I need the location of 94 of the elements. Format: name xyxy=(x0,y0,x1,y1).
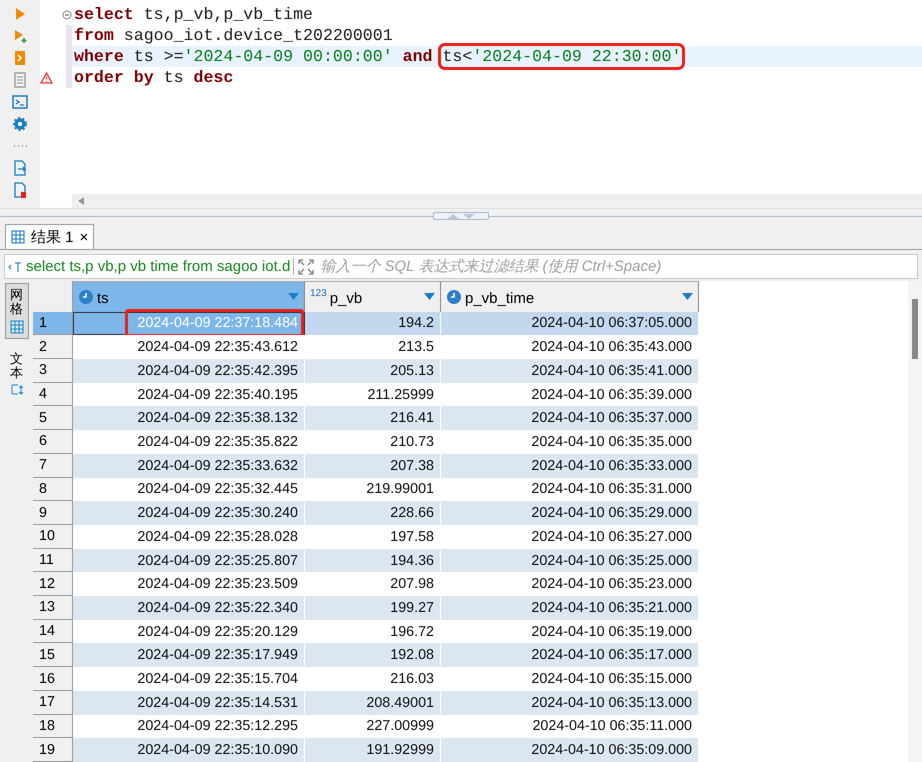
table-cell: 2024-04-10 06:35:09.000 xyxy=(441,738,699,762)
table-cell: 2024-04-10 06:35:13.000 xyxy=(441,690,699,715)
table-cell: 2024-04-09 22:35:40.195 xyxy=(73,382,305,406)
table-cell: 2024-04-09 22:35:25.807 xyxy=(73,548,305,572)
table-cell: 2024-04-09 22:35:17.949 xyxy=(73,643,305,668)
table-cell: 2024-04-09 22:35:30.240 xyxy=(73,501,305,525)
column-header[interactable]: ts xyxy=(73,281,305,312)
row-number: 9 xyxy=(33,501,73,525)
row-number: 18 xyxy=(33,714,73,738)
table-cell: 192.08 xyxy=(305,643,441,668)
row-number: 10 xyxy=(33,524,73,549)
run-plus-icon[interactable] xyxy=(12,28,28,44)
row-number: 19 xyxy=(33,738,73,762)
table-cell: 2024-04-10 06:35:31.000 xyxy=(441,478,699,502)
table-cell: 228.66 xyxy=(305,501,441,525)
script-icon[interactable] xyxy=(12,50,28,66)
table-cell: 205.13 xyxy=(305,359,441,383)
sort-icon[interactable] xyxy=(288,293,299,300)
filter-field[interactable]: select ts,p vb,p vb time from sagoo iot.d 输入一个 SQL 表达式来过滤结果 (使用 Ctrl+Space) xyxy=(4,254,918,279)
row-number: 12 xyxy=(33,572,73,596)
scrollbar-thumb[interactable] xyxy=(912,299,918,359)
table-cell: 208.49001 xyxy=(305,690,441,715)
table-cell: 2024-04-09 22:37:18.484 xyxy=(73,312,305,336)
column-header[interactable]: p_vb_time xyxy=(441,281,699,312)
table-cell: 194.36 xyxy=(305,548,441,572)
table-cell: 2024-04-10 06:37:05.000 xyxy=(441,312,699,336)
table-cell: 2024-04-09 22:35:10.090 xyxy=(73,738,305,762)
sort-icon[interactable] xyxy=(682,293,693,300)
clock-icon xyxy=(446,288,462,305)
table-cell: 227.00999 xyxy=(305,714,441,738)
terminal-icon[interactable] xyxy=(12,94,28,110)
table-cell: 2024-04-10 06:35:41.000 xyxy=(441,359,699,383)
row-number: 13 xyxy=(33,596,73,620)
grid-icon xyxy=(10,320,24,334)
scroll-left-icon[interactable] xyxy=(78,197,84,205)
fold-icon[interactable] xyxy=(62,10,72,20)
row-number: 17 xyxy=(33,690,73,715)
table-cell: 2024-04-10 06:35:37.000 xyxy=(441,406,699,430)
table-cell: 2024-04-10 06:35:11.000 xyxy=(441,714,699,738)
table-cell: 219.99001 xyxy=(305,478,441,502)
row-number: 3 xyxy=(33,359,73,383)
splitter-handle[interactable] xyxy=(433,212,489,220)
table-cell: 2024-04-09 22:35:14.531 xyxy=(73,690,305,715)
table-cell: 2024-04-10 06:35:17.000 xyxy=(441,643,699,668)
row-number: 16 xyxy=(33,667,73,691)
table-cell: 2024-04-10 06:35:25.000 xyxy=(441,548,699,572)
row-number: 4 xyxy=(33,382,73,406)
warning-icon xyxy=(40,72,53,84)
table-cell: 2024-04-09 22:35:38.132 xyxy=(73,406,305,430)
close-button[interactable]: × xyxy=(80,228,88,246)
text-cursor-icon xyxy=(10,383,24,398)
row-number: 6 xyxy=(33,430,73,454)
table-cell: 2024-04-10 06:35:21.000 xyxy=(441,596,699,620)
code-line: from sagoo_iot.device_t202200001 xyxy=(73,25,394,46)
table-cell: 2024-04-09 22:35:32.445 xyxy=(73,478,305,502)
view-tab[interactable]: 网格 xyxy=(4,283,28,339)
code-line: select ts,p_vb,p_vb_time xyxy=(73,4,314,25)
row-number: 5 xyxy=(33,406,73,430)
table-cell: 2024-04-09 22:35:12.295 xyxy=(73,714,305,738)
row-number: 7 xyxy=(33,454,73,478)
export-icon[interactable] xyxy=(12,160,28,176)
row-number: 15 xyxy=(33,643,73,668)
sort-icon[interactable] xyxy=(424,293,435,300)
table-cell: 216.41 xyxy=(305,406,441,430)
table-cell: 207.38 xyxy=(305,454,441,478)
table-cell: 2024-04-10 06:35:39.000 xyxy=(441,382,699,406)
table-cell: 2024-04-10 06:35:33.000 xyxy=(441,454,699,478)
view-tab[interactable]: 文本 xyxy=(4,346,28,402)
text-icon xyxy=(8,260,22,272)
row-number: 14 xyxy=(33,620,73,644)
row-number: 2 xyxy=(33,335,73,360)
gear-icon[interactable] xyxy=(12,116,28,132)
code-line: order by ts desc xyxy=(73,67,234,88)
table-cell: 2024-04-09 22:35:22.340 xyxy=(73,596,305,620)
header-corner xyxy=(33,281,73,312)
clock-icon xyxy=(78,288,94,305)
row-number: 8 xyxy=(33,478,73,502)
row-number: 1 xyxy=(33,312,73,336)
table-cell: 211.25999 xyxy=(305,382,441,406)
document-icon[interactable] xyxy=(12,72,28,88)
table-cell: 191.92999 xyxy=(305,738,441,762)
table-cell: 194.2 xyxy=(305,312,441,336)
tab-label[interactable]: 结果 1 xyxy=(31,228,74,246)
document-error-icon[interactable] xyxy=(12,182,28,198)
table-cell: 2024-04-10 06:35:29.000 xyxy=(441,501,699,525)
type-label: 123 xyxy=(310,287,327,299)
query-text: select ts,p vb,p vb time from sagoo iot.d xyxy=(22,258,294,275)
table-cell: 2024-04-09 22:35:33.632 xyxy=(73,454,305,478)
result-tab[interactable]: 结果 1 × xyxy=(5,224,94,249)
row-number: 11 xyxy=(33,548,73,572)
table-cell: 2024-04-09 22:35:42.395 xyxy=(73,359,305,383)
table-cell: 199.27 xyxy=(305,596,441,620)
table-icon xyxy=(11,230,25,244)
expand-icon[interactable] xyxy=(298,258,314,274)
